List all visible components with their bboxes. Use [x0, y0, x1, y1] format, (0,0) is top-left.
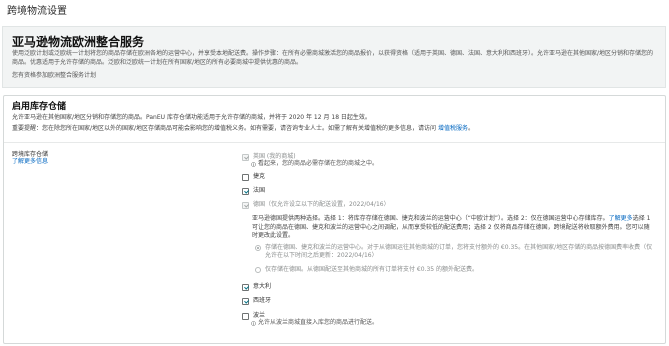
uk-checkbox[interactable] — [242, 153, 249, 161]
it-checkbox[interactable] — [242, 283, 249, 291]
radio-button[interactable] — [255, 267, 261, 273]
vat-notice: 重要提醒：您在除您所在国家/地区以外的国家/地区存储商品可能会影响您的增值税义务… — [12, 124, 662, 134]
vat-notice-end: 。 — [467, 125, 474, 132]
marketplace-note: 允许从波兰商城直接入库您的商品进行配送。 — [251, 319, 378, 327]
inventory-placement-panel: 启用库存仓储 允许亚马逊在其他国家/地区分销和存储您的商品。PanEU 库存仓储… — [3, 95, 666, 344]
marketplace-name: 意大利 — [253, 283, 272, 290]
radio-label: 存储在德国、捷克和波兰的运营中心。对于从德国运往其他商城的订单，您将支付额外的 … — [265, 244, 653, 259]
marketplace-option-de[interactable]: 德国（仅允许设立以下的配送设置，2022/04/16） — [242, 201, 390, 209]
marketplace-name: 德国（仅允许设立以下的配送设置，2022/04/16） — [253, 201, 390, 208]
learn-more-link[interactable]: 了解更多信息 — [12, 158, 48, 166]
marketplace-note: 看起来，您的商品必需存储在您的商城之中。 — [251, 160, 378, 168]
marketplace-note-text: 看起来，您的商品必需存储在您的商城之中。 — [258, 160, 379, 167]
eligibility-status: 您有资格参加欧洲整合服务计划 — [12, 72, 97, 79]
cz-checkbox[interactable] — [242, 173, 249, 181]
pl-checkbox[interactable] — [242, 312, 249, 320]
eu-program-description: 使用泛欧计划或泛欧统一计划将您的商品存储在欧洲各地的运营中心，并享受本地配送费。… — [12, 50, 654, 66]
marketplace-name: 捷克 — [253, 173, 266, 180]
marketplace-name: 西班牙 — [253, 297, 272, 304]
radio-button[interactable] — [255, 245, 261, 251]
marketplace-option-cz[interactable]: 捷克 — [242, 173, 265, 181]
divider — [4, 142, 665, 143]
marketplace-option-it[interactable]: 意大利 — [242, 283, 271, 291]
de-checkbox[interactable] — [242, 201, 249, 209]
eu-program-heading: 亚马逊物流欧洲整合服务 — [12, 35, 145, 49]
fr-checkbox[interactable] — [242, 187, 249, 195]
germany-options-description: 亚马逊德国提供两种选择。选择 1：将库存存储在德国、捷克和波兰的运营中心（“中欧… — [252, 215, 652, 241]
marketplace-option-es[interactable]: 西班牙 — [242, 297, 271, 305]
vat-notice-text: 重要提醒：您在除您所在国家/地区以外的国家/地区存储商品可能会影响您的增值税义务… — [12, 125, 438, 132]
marketplace-option-fr[interactable]: 法国 — [242, 187, 265, 195]
info-icon — [251, 320, 256, 326]
inventory-placement-intro: 允许亚马逊在其他国家/地区分销和存储您的商品。PanEU 库存仓储功能适用于允许… — [12, 114, 371, 121]
marketplace-note-text: 允许从波兰商城直接入库您的商品进行配送。 — [258, 319, 379, 326]
es-checkbox[interactable] — [242, 297, 249, 305]
marketplace-name: 法国 — [253, 187, 266, 194]
germany-learn-more-link[interactable]: 了解更多 — [609, 215, 633, 222]
inventory-placement-heading: 启用库存仓储 — [12, 102, 67, 112]
radio-label: 仅存储在德国。从德国配送至其他商城的所有订单将支付 €0.35 的额外配送费。 — [265, 266, 478, 273]
page-title: 跨境物流设置 — [7, 6, 67, 17]
info-icon — [251, 161, 256, 167]
vat-services-link[interactable]: 增值税服务 — [438, 125, 468, 132]
eu-program-panel: 亚马逊物流欧洲整合服务 使用泛欧计划或泛欧统一计划将您的商品存储在欧洲各地的运营… — [2, 26, 666, 88]
germany-options-text: 亚马逊德国提供两种选择。选择 1：将库存存储在德国、捷克和波兰的运营中心（“中欧… — [252, 215, 609, 222]
